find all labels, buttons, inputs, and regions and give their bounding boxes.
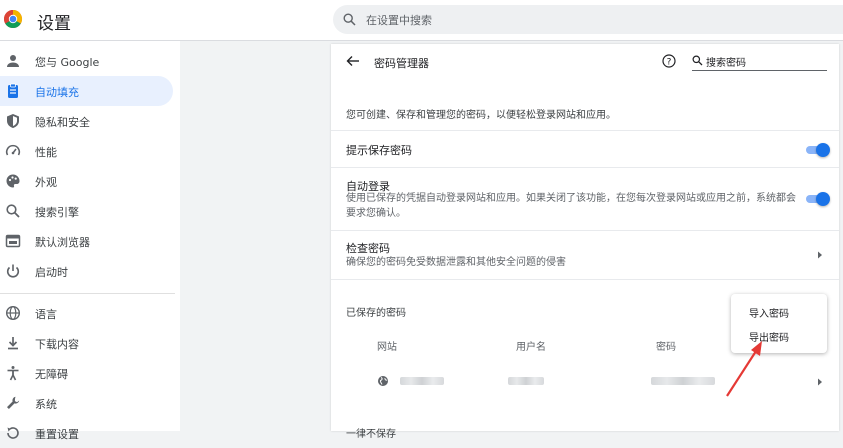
sidebar-item-appearance[interactable]: 外观 [0,166,173,196]
speedometer-icon [5,144,21,156]
check-passwords-description: 确保您的密码免受数据泄露和其他安全问题的侵害 [346,257,566,268]
sidebar-item-downloads[interactable]: 下载内容 [0,328,173,358]
sidebar-item-privacy[interactable]: 隐私和安全 [0,106,173,136]
sidebar-item-label: 您与 Google [35,56,100,69]
column-header-site: 网站 [377,342,397,353]
autofill-icon [8,83,18,98]
sidebar-item-label: 语言 [35,308,57,321]
sidebar-item-label: 外观 [35,176,57,189]
power-icon [6,264,20,278]
back-arrow-icon[interactable] [346,55,360,67]
sidebar-item-label: 默认浏览器 [35,236,90,249]
search-icon [692,55,703,66]
shield-icon [7,114,19,128]
sidebar-item-performance[interactable]: 性能 [0,136,173,166]
download-icon [8,337,18,350]
sidebar-item-label: 性能 [35,146,57,159]
person-icon [7,55,19,67]
sidebar-divider [0,293,175,294]
row-divider [331,130,839,131]
settings-search-input[interactable]: 在设置中搜索 [333,5,843,34]
row-divider [331,279,839,280]
toggle-thumb [816,192,830,206]
saved-passwords-heading: 已保存的密码 [346,308,406,319]
blurred-username [508,377,544,385]
sidebar-item-label: 自动填充 [35,86,79,99]
palette-icon [6,174,20,188]
search-icon [6,204,20,218]
sidebar-item-label: 下载内容 [35,338,79,351]
password-search-input[interactable]: 搜索密码 [692,51,827,71]
reset-icon [7,427,19,439]
chevron-right-icon[interactable] [817,251,823,259]
import-passwords-menu-item[interactable]: 导入密码 [749,305,789,320]
auto-signin-description-line1: 使用已保存的凭据自动登录网站和应用。如果关闭了该功能，在您每次登录网站或应用之前… [346,193,796,204]
password-actions-menu: 导入密码 导出密码 [731,294,827,353]
sidebar-item-on-startup[interactable]: 启动时 [0,256,173,286]
sidebar-item-label: 启动时 [35,266,68,279]
sidebar-item-label: 无障碍 [35,368,68,381]
row-divider [331,230,839,231]
check-passwords-label[interactable]: 检查密码 [346,240,390,256]
chrome-logo-icon [3,9,23,29]
export-passwords-menu-item[interactable]: 导出密码 [749,329,789,344]
app-header: 设置 在设置中搜索 [0,0,843,40]
never-saved-heading: 一律不保存 [346,429,396,440]
svg-text:?: ? [667,57,672,67]
toggle-thumb [816,143,830,157]
sidebar-item-label: 系统 [35,398,57,411]
auto-signin-description-line2: 要求您确认。 [346,208,406,219]
auto-signin-toggle[interactable] [804,192,830,206]
offer-to-save-label: 提示保存密码 [346,144,412,157]
password-manager-description: 您可创建、保存和管理您的密码，以便轻松登录网站和应用。 [346,110,616,121]
sidebar-item-accessibility[interactable]: 无障碍 [0,358,173,388]
sidebar-item-autofill[interactable]: 自动填充 [0,76,173,106]
search-placeholder: 在设置中搜索 [366,14,432,27]
sidebar-item-you-and-google[interactable]: 您与 Google [0,46,173,76]
sidebar-item-search-engine[interactable]: 搜索引擎 [0,196,173,226]
site-favicon-globe-icon [378,376,388,386]
search-icon [343,13,356,26]
blurred-password [651,377,715,385]
column-header-password: 密码 [656,342,676,353]
chevron-right-icon[interactable] [817,378,823,386]
sidebar-item-languages[interactable]: 语言 [0,298,173,328]
column-header-username: 用户名 [516,342,546,353]
browser-icon [5,234,21,248]
help-icon[interactable]: ? [662,54,676,68]
sidebar-item-label: 搜索引擎 [35,206,79,219]
sidebar: 您与 Google 自动填充 隐私和安全 性能 外观 搜索引擎 默认浏览器 启动… [0,41,180,441]
offer-to-save-toggle[interactable] [804,143,830,157]
accessibility-icon [7,366,19,381]
sidebar-item-label: 重置设置 [35,428,79,441]
password-manager-panel: 密码管理器 ? 搜索密码 您可创建、保存和管理您的密码，以便轻松登录网站和应用。… [331,44,839,440]
sidebar-item-system[interactable]: 系统 [0,388,173,418]
page-title: 设置 [37,14,71,34]
password-search-placeholder: 搜索密码 [706,58,746,69]
sidebar-item-default-browser[interactable]: 默认浏览器 [0,226,173,256]
blurred-site [400,377,444,385]
password-manager-title: 密码管理器 [374,57,429,70]
globe-icon [5,305,21,321]
sidebar-item-reset[interactable]: 重置设置 [0,418,173,448]
row-divider [331,167,839,168]
wrench-icon [7,396,20,409]
sidebar-item-label: 隐私和安全 [35,116,90,129]
